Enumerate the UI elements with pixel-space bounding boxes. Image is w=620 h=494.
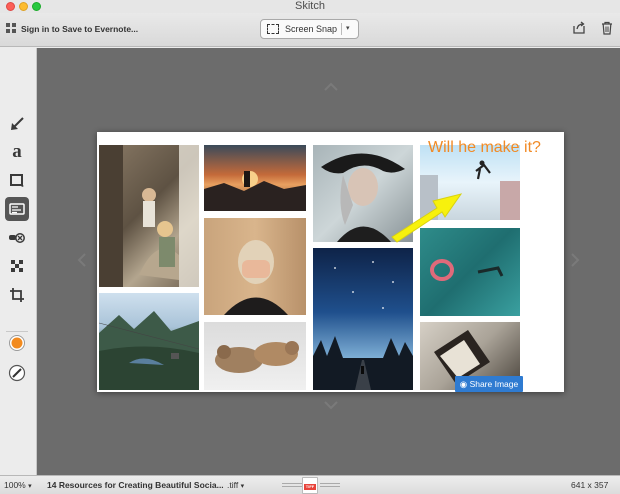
crop-tool[interactable]	[5, 283, 29, 307]
grid-icon[interactable]	[6, 23, 16, 33]
file-drag-icon[interactable]: TIFF	[302, 477, 318, 494]
share-icon: ◉	[459, 379, 468, 389]
chevron-left-icon	[77, 253, 86, 267]
toolbar: Sign in to Save to Evernote... Screen Sn…	[0, 13, 620, 47]
shape-tool[interactable]	[5, 168, 29, 192]
chevron-down-icon	[324, 401, 338, 410]
trash-icon[interactable]	[601, 21, 613, 35]
chevron-down-icon: ▾	[28, 483, 32, 490]
snapshot-image[interactable]: Will he make it? ◉ Share Image	[97, 132, 564, 392]
extension-selector[interactable]: .tiff ▾	[227, 479, 244, 493]
arrow-tool[interactable]	[5, 112, 29, 136]
title-bar: Skitch	[0, 0, 620, 13]
rectangle-icon	[10, 174, 24, 187]
share-image-label: Share Image	[469, 379, 519, 389]
divider	[341, 23, 342, 35]
annotation-arrow[interactable]	[97, 132, 564, 392]
chevron-down-icon: ▾	[240, 483, 245, 490]
drag-handle-lines	[282, 483, 302, 484]
tool-sidebar: a	[0, 48, 37, 475]
drag-handle-lines	[282, 486, 302, 487]
drag-handle-lines	[320, 486, 340, 487]
stamp-tool[interactable]	[5, 197, 29, 221]
file-extension: .tiff	[227, 480, 239, 490]
highlighter-icon	[9, 203, 25, 215]
pixelate-tool[interactable]	[5, 254, 29, 278]
marker-tool[interactable]	[5, 226, 29, 250]
screen-snap-label: Screen Snap	[285, 24, 338, 34]
file-type-badge: TIFF	[304, 484, 316, 490]
image-dimensions: 641 x 357	[571, 480, 609, 490]
pixelate-icon	[11, 260, 23, 272]
text-tool[interactable]: a	[5, 140, 29, 164]
filename-field[interactable]: 14 Resources for Creating Beautiful Soci…	[47, 479, 224, 491]
sign-in-evernote-link[interactable]: Sign in to Save to Evernote...	[21, 23, 138, 35]
share-icon[interactable]	[572, 21, 586, 35]
screen-snap-icon	[267, 24, 279, 34]
screen-snap-button[interactable]: Screen Snap ▾	[260, 19, 359, 39]
chevron-up-icon	[324, 82, 338, 91]
crop-icon	[10, 288, 24, 302]
window-title: Skitch	[295, 0, 325, 12]
share-image-button[interactable]: ◉ Share Image	[455, 376, 523, 392]
color-picker[interactable]	[5, 331, 29, 355]
zoom-selector[interactable]: 100% ▾	[4, 479, 32, 493]
drag-handle-lines	[320, 483, 340, 484]
arrow-icon	[11, 117, 24, 130]
marker-icon	[9, 233, 25, 243]
status-bar: 100% ▾ 14 Resources for Creating Beautif…	[0, 475, 620, 494]
color-swatch-icon	[9, 335, 25, 351]
pen-width-icon	[8, 364, 26, 382]
canvas-area[interactable]: Will he make it? ◉ Share Image	[37, 48, 620, 475]
zoom-level: 100%	[4, 480, 26, 490]
line-width-picker[interactable]	[5, 361, 29, 385]
chevron-right-icon	[571, 253, 580, 267]
chevron-down-icon[interactable]: ▾	[346, 22, 350, 36]
